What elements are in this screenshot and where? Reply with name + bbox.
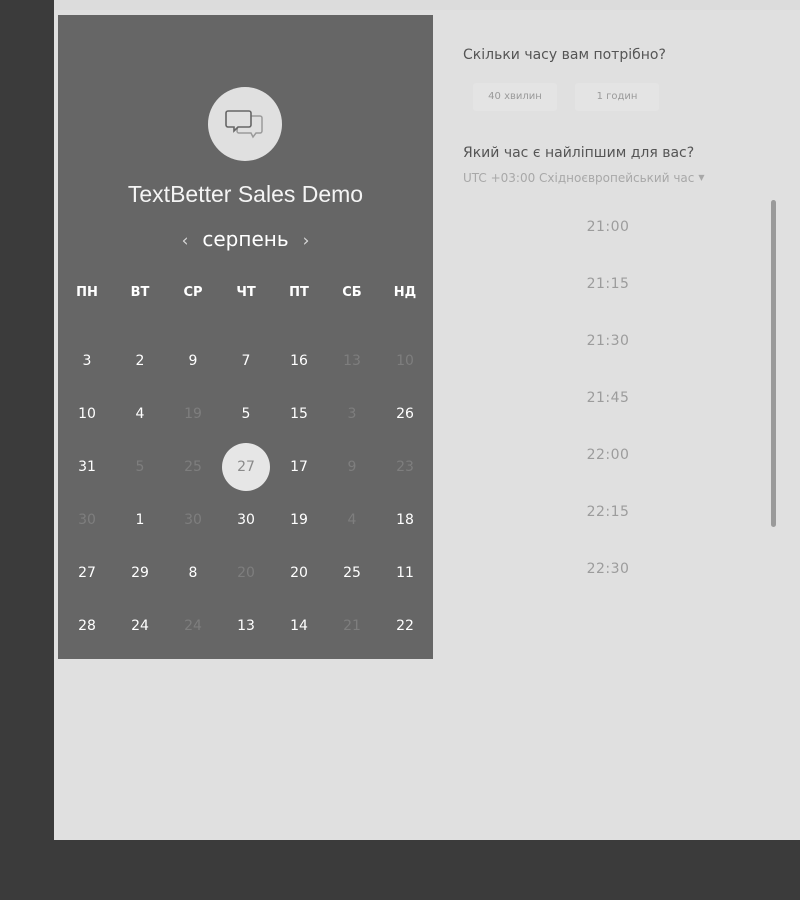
calendar-day[interactable]: 2 [116, 337, 164, 385]
time-slot-button[interactable]: 21:00 [543, 212, 673, 242]
calendar-day[interactable]: 1 [116, 496, 164, 544]
calendar-day[interactable]: 10 [63, 390, 111, 438]
time-slot-button[interactable]: 22:00 [543, 440, 673, 470]
calendar-day[interactable]: 15 [275, 390, 323, 438]
calendar-day[interactable]: 13 [222, 602, 270, 650]
weekday-label: СР [183, 285, 203, 300]
time-heading: Який час є найліпшим для вас? [463, 145, 695, 161]
weekday-label: НД [393, 285, 417, 300]
calendar-day[interactable]: 14 [275, 602, 323, 650]
calendar-day[interactable]: 16 [275, 337, 323, 385]
caret-down-icon: ▼ [698, 173, 705, 182]
calendar-day: 23 [396, 459, 414, 475]
time-slot-button[interactable]: 22:15 [543, 497, 673, 527]
calendar-day[interactable]: 19 [275, 496, 323, 544]
duration-option-1hour[interactable]: 1 годин [575, 83, 659, 111]
calendar-day[interactable]: 11 [381, 549, 429, 597]
calendar-day[interactable]: 3 [63, 337, 111, 385]
calendar-day: 24 [184, 618, 202, 634]
time-selection-panel: Скільки часу вам потрібно? 40 хвилин 1 г… [463, 0, 800, 660]
next-month-button[interactable]: › [289, 231, 324, 251]
calendar-day: 19 [184, 406, 202, 422]
event-title: TextBetter Sales Demo [127, 181, 364, 207]
weekday-label: ПН [76, 285, 98, 300]
time-slot-button[interactable]: 21:15 [543, 269, 673, 299]
calendar-day[interactable]: 22 [381, 602, 429, 650]
time-slot-button[interactable]: 21:30 [543, 326, 673, 356]
calendar-day: 5 [135, 459, 145, 475]
calendar-day[interactable]: 24 [116, 602, 164, 650]
calendar-day[interactable]: 27 [63, 549, 111, 597]
calendar-day[interactable]: 8 [169, 549, 217, 597]
left-frame [0, 0, 54, 840]
duration-heading: Скільки часу вам потрібно? [463, 47, 666, 63]
selected-day[interactable]: 27 [222, 443, 270, 491]
time-slot-button[interactable]: 22:30 [543, 554, 673, 584]
weekday-label: ПТ [289, 285, 309, 300]
calendar-day[interactable]: 9 [169, 337, 217, 385]
calendar-day[interactable]: 20 [275, 549, 323, 597]
calendar-day: 21 [343, 618, 361, 634]
calendar-day: 30 [78, 512, 96, 528]
calendar-day[interactable]: 17 [275, 443, 323, 491]
calendar-day[interactable]: 7 [222, 337, 270, 385]
weekday-header: ПН ВТ СР ЧТ ПТ СБ НД [58, 285, 433, 305]
calendar-day: 10 [396, 353, 414, 369]
calendar-panel: TextBetter Sales Demo ‹ серпень › ПН ВТ СР ЧТ… [58, 15, 433, 659]
calendar-day[interactable]: 26 [381, 390, 429, 438]
calendar-day: 30 [184, 512, 202, 528]
duration-option-40min[interactable]: 40 хвилин [473, 83, 557, 111]
calendar-day[interactable]: 29 [116, 549, 164, 597]
calendar-day[interactable]: 31 [63, 443, 111, 491]
prev-month-button[interactable]: ‹ [168, 231, 203, 251]
time-slot-button[interactable]: 21:45 [543, 383, 673, 413]
calendar-day: 13 [343, 353, 361, 369]
calendar-day[interactable]: 30 [222, 496, 270, 544]
slot-list-scrollbar[interactable] [771, 200, 776, 527]
weekday-label: ВТ [130, 285, 150, 300]
weekday-label: СБ [342, 285, 362, 300]
timezone-select[interactable]: UTC +03:00 Східноєвропейський час ▼ [463, 171, 705, 185]
calendar-day[interactable]: 4 [116, 390, 164, 438]
calendar-day[interactable]: 5 [222, 390, 270, 438]
month-label: серпень [202, 227, 289, 251]
calendar-day: 20 [237, 565, 255, 581]
month-navigation: ‹ серпень › [58, 227, 433, 251]
calendar-day[interactable]: 28 [63, 602, 111, 650]
weekday-label: ЧТ [236, 285, 256, 300]
calendar-day[interactable]: 18 [381, 496, 429, 544]
chat-bubbles-icon [225, 110, 263, 139]
calendar-day: 3 [347, 406, 357, 422]
calendar-day: 25 [184, 459, 202, 475]
bottom-frame [0, 840, 800, 900]
event-avatar [208, 87, 282, 161]
calendar-day: 4 [347, 512, 357, 528]
timezone-label: UTC +03:00 Східноєвропейський час [463, 171, 695, 185]
calendar-day[interactable]: 25 [328, 549, 376, 597]
calendar-day: 9 [347, 459, 357, 475]
